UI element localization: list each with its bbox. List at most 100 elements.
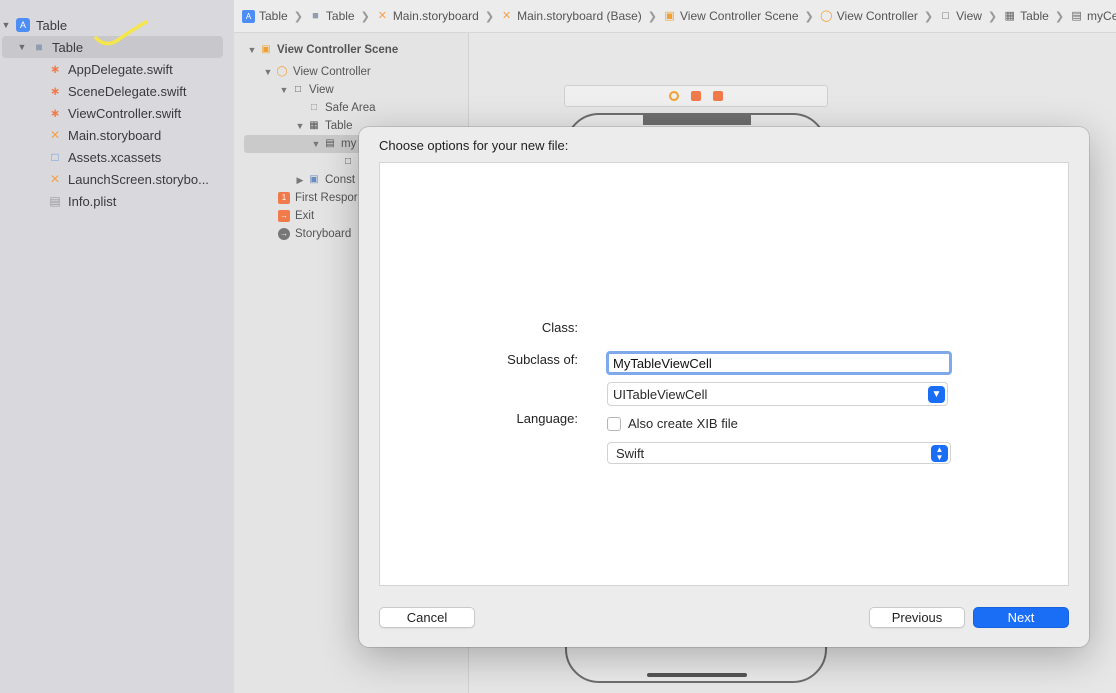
nav-item-infoplist[interactable]: ▤ Info.plist [44, 190, 116, 212]
outline-item-constraints[interactable]: ▶ ▣ Const [294, 171, 356, 189]
nav-item-assets[interactable]: □ Assets.xcassets [44, 146, 161, 168]
nav-item-project[interactable]: ▼ A Table [0, 14, 68, 36]
outline-label: Const [325, 174, 356, 186]
breadcrumb-item[interactable]: A Table [242, 9, 288, 23]
nav-item-label: ViewController.swift [68, 105, 182, 121]
chevron-down-icon[interactable]: ▼ [278, 85, 290, 95]
breadcrumb-item[interactable]: ◯ View Controller [820, 9, 918, 23]
view-controller-icon: ◯ [820, 9, 833, 22]
outline-item-view[interactable]: ▼ □ View [278, 81, 334, 99]
chevron-down-icon[interactable]: ▼ [16, 42, 28, 52]
outline-item-content-view[interactable]: □ [342, 153, 359, 171]
options-panel: Class: Subclass of: UITableViewCell ▼ Al… [379, 162, 1069, 586]
outline-item-exit[interactable]: → Exit [278, 207, 314, 225]
outline-label: View Controller [293, 66, 371, 78]
nav-item-main-storyboard[interactable]: ✕ Main.storyboard [44, 124, 161, 146]
device-notch [643, 113, 751, 125]
chevron-down-icon[interactable]: ▼ [262, 67, 274, 77]
first-responder-icon[interactable] [691, 91, 701, 101]
breadcrumb-item[interactable]: ✕ Main.storyboard (Base) [500, 9, 642, 23]
storyboard-icon: ✕ [377, 9, 387, 22]
breadcrumb-label: View Controller Scene [680, 9, 799, 23]
outline-label: my [341, 138, 357, 150]
folder-icon: ■ [312, 9, 319, 22]
outline-item-table[interactable]: ▼ ▦ Table [294, 117, 353, 135]
outline-label: View Controller Scene [277, 44, 399, 56]
nav-item-label: AppDelegate.swift [68, 61, 173, 77]
home-indicator [647, 673, 747, 677]
chevron-right-icon: ❯ [647, 10, 658, 23]
nav-item-label: Table [36, 17, 68, 33]
view-controller-icon[interactable] [669, 91, 679, 101]
storyboard-icon: ✕ [501, 9, 512, 22]
cell-icon: ▤ [1071, 9, 1082, 22]
scene-icon: ▣ [261, 44, 271, 55]
outline-item-first-responder[interactable]: 1 First Respor [278, 189, 358, 207]
storyboard-icon: ✕ [49, 128, 61, 142]
breadcrumb-item[interactable]: ▦ Table [1003, 9, 1049, 23]
xib-label[interactable]: Also create XIB file [628, 416, 738, 431]
outline-item-mycell[interactable]: ▼ ▤ my [244, 135, 374, 153]
breadcrumb-label: myCell [1087, 9, 1116, 23]
nav-item-label: Main.storyboard [68, 127, 162, 143]
scene-dock[interactable] [564, 85, 828, 107]
outline-item-scene[interactable]: ▼ ▣ View Controller Scene [246, 41, 399, 59]
xib-option[interactable]: Also create XIB file [607, 416, 738, 431]
language-value[interactable]: Swift [616, 446, 644, 461]
chevron-down-icon[interactable]: ▼ [294, 121, 306, 131]
swift-file-icon: ∗ [49, 106, 61, 120]
chevron-down-icon[interactable]: ▼ [0, 20, 12, 30]
new-file-options-sheet: Choose options for your new file: Class:… [359, 127, 1089, 647]
sheet-title: Choose options for your new file: [379, 138, 569, 153]
exit-icon[interactable] [713, 91, 723, 101]
class-name-input[interactable] [606, 351, 952, 375]
cell-icon: ▤ [325, 138, 335, 149]
project-navigator: ▼ A Table ▼ ■ Table ∗ AppDelegate.swift … [0, 0, 234, 693]
table-icon: ▦ [1004, 9, 1015, 22]
outline-item-safe-area[interactable]: □ Safe Area [308, 99, 376, 117]
breadcrumb-label: Table [259, 9, 288, 23]
swift-file-icon: ∗ [49, 84, 61, 98]
nav-item-scenedelegate[interactable]: ∗ SceneDelegate.swift [44, 80, 187, 102]
chevron-right-icon[interactable]: ▶ [294, 175, 306, 186]
outline-item-storyboard-entry[interactable]: → Storyboard [278, 225, 351, 243]
breadcrumb-label: Main.storyboard (Base) [517, 9, 642, 23]
breadcrumb-label: View [956, 9, 982, 23]
view-controller-icon: ◯ [276, 66, 288, 77]
breadcrumb-label: Main.storyboard [392, 9, 479, 23]
nav-item-launchscreen[interactable]: ✕ LaunchScreen.storybo... [44, 168, 209, 190]
chevron-down-icon[interactable]: ▼ [928, 386, 945, 403]
updown-chevron-icon[interactable]: ▲ ▼ [931, 445, 948, 462]
xib-checkbox[interactable] [607, 416, 621, 431]
breadcrumb-item[interactable]: ▣ View Controller Scene [663, 9, 799, 23]
constraints-icon: ▣ [309, 174, 319, 185]
folder-icon: ■ [35, 40, 43, 54]
breadcrumb-label: Table [325, 9, 355, 23]
chevron-right-icon: ❯ [1054, 10, 1065, 23]
subclass-label: Subclass of: [507, 352, 578, 367]
subclass-value[interactable]: UITableViewCell [613, 387, 707, 402]
outline-item-view-controller[interactable]: ▼ ◯ View Controller [262, 63, 371, 81]
chevron-right-icon: ❯ [484, 10, 495, 23]
table-icon: ▦ [309, 120, 319, 131]
breadcrumb-item[interactable]: ■ Table [309, 9, 355, 23]
chevron-down-icon[interactable]: ▼ [310, 139, 322, 149]
chevron-down-icon[interactable]: ▼ [246, 45, 258, 55]
annotation-checkmark-icon [94, 20, 148, 46]
nav-item-appdelegate[interactable]: ∗ AppDelegate.swift [44, 58, 173, 80]
first-responder-icon: 1 [278, 192, 290, 204]
previous-button[interactable]: Previous [869, 607, 965, 628]
nav-item-label: LaunchScreen.storybo... [68, 171, 209, 187]
cancel-button[interactable]: Cancel [379, 607, 475, 628]
breadcrumb-item[interactable]: □ View [939, 9, 982, 23]
nav-item-viewcontroller[interactable]: ∗ ViewController.swift [44, 102, 181, 124]
next-button[interactable]: Next [973, 607, 1069, 628]
chevron-right-icon: ❯ [923, 10, 934, 23]
breadcrumb-item[interactable]: ✕ Main.storyboard [376, 9, 479, 23]
breadcrumb-label: Table [1020, 9, 1049, 23]
language-popup[interactable]: Swift ▲ ▼ [607, 442, 951, 464]
breadcrumb-label: View Controller [836, 9, 918, 23]
view-icon: □ [294, 84, 302, 95]
breadcrumb-item[interactable]: ▤ myCell [1070, 9, 1116, 23]
subclass-combobox[interactable]: UITableViewCell ▼ [607, 382, 948, 406]
